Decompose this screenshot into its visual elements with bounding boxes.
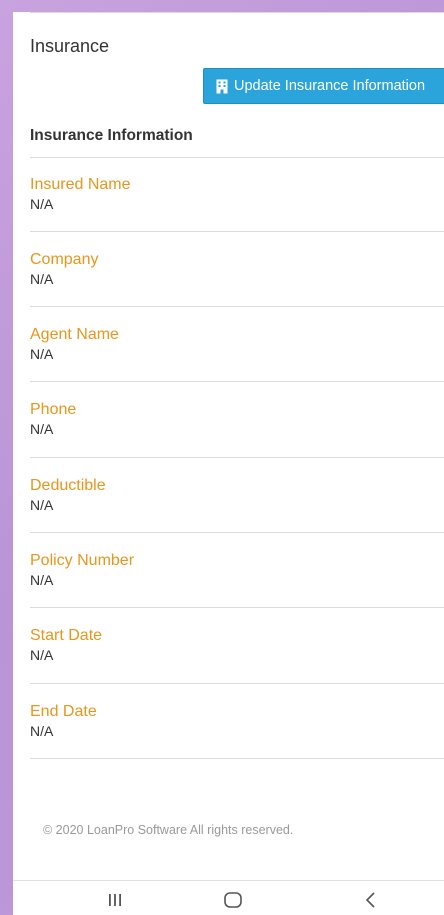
field-value: N/A — [30, 346, 54, 362]
update-insurance-button[interactable]: Update Insurance Information — [203, 68, 444, 104]
field-label: End Date — [30, 703, 97, 720]
divider — [30, 381, 444, 382]
divider — [30, 231, 444, 232]
field-value: N/A — [30, 497, 54, 513]
field-label: Company — [30, 251, 99, 268]
field-agent-name: Agent Name N/A — [30, 325, 119, 363]
field-label: Phone — [30, 401, 77, 418]
home-icon[interactable] — [213, 885, 253, 915]
field-company: Company N/A — [30, 250, 98, 288]
system-navbar — [13, 885, 444, 915]
page-title: Insurance — [30, 36, 110, 56]
field-policy-number: Policy Number N/A — [30, 551, 134, 589]
field-label: Deductible — [30, 477, 106, 494]
field-label: Policy Number — [30, 552, 135, 569]
field-start-date: Start Date N/A — [30, 626, 102, 664]
back-icon[interactable] — [351, 885, 391, 915]
field-value: N/A — [30, 723, 54, 739]
field-value: N/A — [30, 196, 54, 212]
divider — [30, 157, 444, 158]
bottom-divider — [13, 880, 444, 881]
field-phone: Phone N/A — [30, 400, 76, 438]
recent-apps-icon[interactable] — [95, 885, 135, 915]
field-value: N/A — [30, 421, 54, 437]
section-title: Insurance Information — [30, 127, 193, 144]
field-insured-name: Insured Name N/A — [30, 175, 131, 213]
divider — [30, 758, 444, 759]
divider — [30, 306, 444, 307]
field-label: Insured Name — [30, 176, 131, 193]
field-value: N/A — [30, 271, 54, 287]
insurance-card: Insurance Update Insurance Information I… — [13, 12, 444, 885]
field-value: N/A — [30, 647, 54, 663]
field-label: Start Date — [30, 627, 103, 644]
building-icon — [216, 79, 228, 94]
top-divider — [30, 12, 444, 13]
field-end-date: End Date N/A — [30, 702, 97, 740]
divider — [30, 532, 444, 533]
divider — [30, 683, 444, 684]
field-deductible: Deductible N/A — [30, 476, 106, 514]
divider — [30, 607, 444, 608]
update-insurance-label: Update Insurance Information — [234, 78, 426, 94]
field-value: N/A — [30, 572, 54, 588]
footer-copyright: © 2020 LoanPro Software All rights reser… — [43, 823, 294, 837]
field-label: Agent Name — [30, 326, 119, 343]
divider — [30, 457, 444, 458]
